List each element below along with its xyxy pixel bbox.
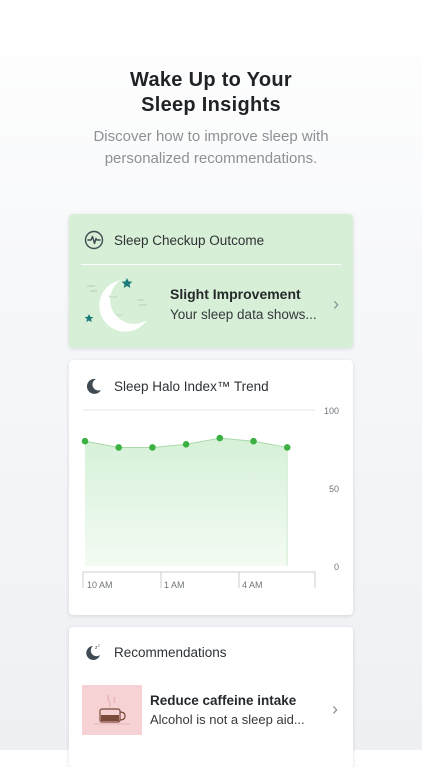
page-subtitle: Discover how to improve sleep with perso… (0, 126, 422, 170)
data-point (283, 444, 291, 451)
pulse-icon (83, 229, 105, 251)
moon-icon (83, 375, 105, 397)
trend-header-label: Sleep Halo Index™ Trend (114, 378, 269, 394)
checkup-outcome-subtitle: Your sleep data shows... (170, 307, 317, 322)
chevron-right-icon: › (333, 294, 339, 314)
checkup-header-label: Sleep Checkup Outcome (114, 232, 265, 248)
y-tick-label: 50 (329, 484, 339, 494)
hero-section: Wake Up to Your Sleep Insights Discover … (0, 68, 422, 170)
title-line-1: Wake Up to Your (130, 69, 292, 91)
coffee-cup-illustration (82, 685, 142, 735)
recommendations-card[interactable]: z z Recommendations Reduce caffeine inta… (69, 627, 353, 767)
recommendations-header: z z Recommendations (69, 627, 353, 677)
x-tick-label: 10 AM (87, 580, 113, 590)
recommendations-header-label: Recommendations (114, 644, 227, 660)
trend-chart: 10 AM 1 AM 4 AM 100 50 0 (81, 406, 339, 590)
sleep-checkup-card[interactable]: Sleep Checkup Outcome Slight Improvement… (69, 214, 353, 348)
subtitle-line-2: personalized recommendations. (104, 150, 318, 167)
x-tick-label: 4 AM (242, 580, 263, 590)
y-tick-label: 0 (334, 562, 339, 572)
sleep-zz-icon: z z (83, 641, 105, 663)
title-line-2: Sleep Insights (141, 94, 281, 116)
recommendation-item[interactable]: Reduce caffeine intake Alcohol is not a … (82, 685, 342, 735)
data-point (115, 444, 122, 451)
checkup-outcome-title: Slight Improvement (170, 286, 301, 302)
data-point (149, 444, 156, 451)
svg-text:z: z (98, 643, 100, 648)
recommendation-title: Reduce caffeine intake (150, 693, 297, 708)
checkup-text: Slight Improvement Your sleep data shows… (170, 286, 317, 322)
data-point (81, 437, 89, 445)
y-tick-label: 100 (324, 406, 339, 416)
recommendation-text: Reduce caffeine intake Alcohol is not a … (150, 693, 305, 727)
checkup-outcome-row[interactable]: Slight Improvement Your sleep data shows… (69, 274, 353, 344)
subtitle-line-1: Discover how to improve sleep with (93, 128, 329, 145)
trend-area (85, 438, 288, 566)
sleep-halo-trend-card[interactable]: Sleep Halo Index™ Trend 10 AM 1 AM 4 AM 100… (69, 360, 353, 615)
data-point (250, 437, 257, 445)
divider (81, 264, 341, 265)
data-point (182, 441, 190, 448)
recommendation-subtitle: Alcohol is not a sleep aid... (150, 712, 305, 727)
checkup-header: Sleep Checkup Outcome (69, 214, 353, 266)
data-point (216, 434, 224, 442)
x-tick-label: 1 AM (164, 580, 185, 590)
sleeping-moon-illustration (84, 278, 147, 332)
page-title: Wake Up to Your Sleep Insights (0, 68, 422, 118)
chevron-right-icon: › (332, 699, 338, 719)
